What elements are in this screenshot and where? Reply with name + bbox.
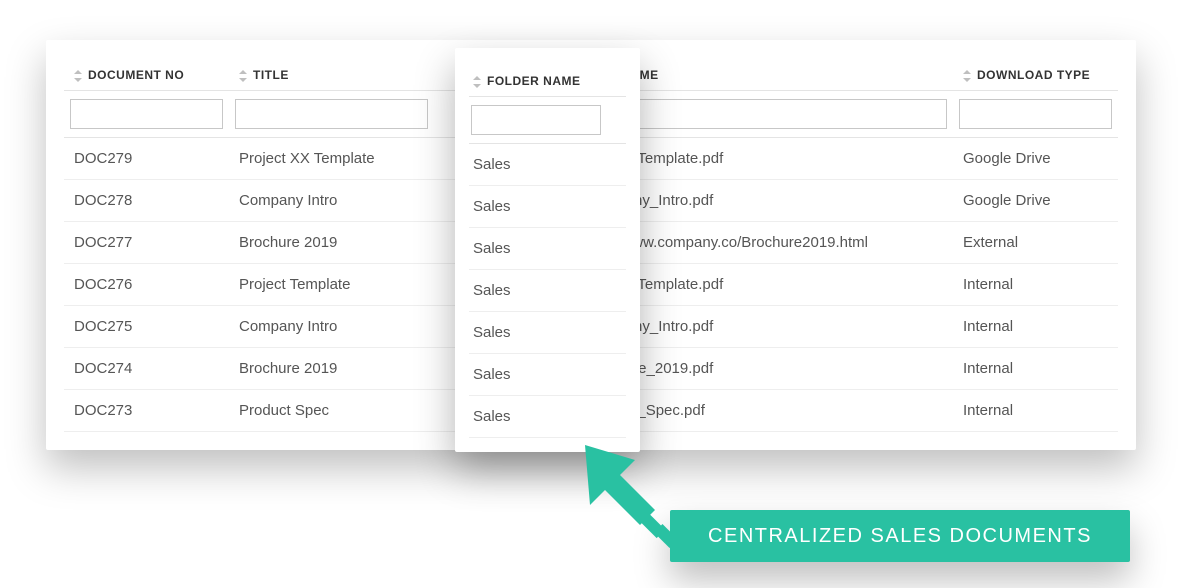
cell-file-name: ect_Template.pdf (599, 264, 953, 306)
cell-document-no: DOC274 (64, 348, 229, 390)
cell-title: Project Template (229, 264, 434, 306)
cell-folder-name: Sales (469, 144, 626, 186)
col-header-label: FOLDER NAME (487, 74, 581, 88)
cell-file-name: chure_2019.pdf (599, 348, 953, 390)
cell-download-type: Google Drive (953, 180, 1118, 222)
filter-input-document-no[interactable] (70, 99, 223, 129)
cell-document-no: DOC279 (64, 138, 229, 180)
table-row[interactable]: Sales (469, 144, 626, 186)
col-header-label: DOWNLOAD TYPE (977, 68, 1090, 82)
cell-folder-name: Sales (469, 312, 626, 354)
cell-download-type: Internal (953, 348, 1118, 390)
cell-document-no: DOC276 (64, 264, 229, 306)
filter-input-folder-name[interactable] (471, 105, 601, 135)
cell-file-name: npany_Intro.pdf (599, 306, 953, 348)
callout-label: CENTRALIZED SALES DOCUMENTS (708, 525, 1092, 548)
cell-title: Company Intro (229, 306, 434, 348)
col-header-label: DOCUMENT NO (88, 68, 184, 82)
col-header-folder-name[interactable]: FOLDER NAME (469, 66, 626, 97)
cell-download-type: Internal (953, 306, 1118, 348)
cell-document-no: DOC277 (64, 222, 229, 264)
cell-file-name: npany_Intro.pdf (599, 180, 953, 222)
cell-title: Project XX Template (229, 138, 434, 180)
cell-folder-name: Sales (469, 396, 626, 438)
sort-icon (239, 70, 247, 82)
cell-download-type: Internal (953, 390, 1118, 432)
cell-file-name: ://www.company.co/Brochure2019.html (599, 222, 953, 264)
cell-title: Brochure 2019 (229, 348, 434, 390)
callout-banner: CENTRALIZED SALES DOCUMENTS (670, 510, 1130, 562)
cell-title: Brochure 2019 (229, 222, 434, 264)
folder-name-table: FOLDER NAME Sales Sales Sales Sales Sale… (469, 66, 626, 438)
col-header-document-no[interactable]: DOCUMENT NO (64, 60, 229, 91)
cell-title: Company Intro (229, 180, 434, 222)
cell-title: Product Spec (229, 390, 434, 432)
cell-folder-name: Sales (469, 270, 626, 312)
table-row[interactable]: Sales (469, 228, 626, 270)
filter-input-download-type[interactable] (959, 99, 1112, 129)
cell-file-name: ect_Template.pdf (599, 138, 953, 180)
folder-name-panel: FOLDER NAME Sales Sales Sales Sales Sale… (455, 48, 640, 452)
table-row[interactable]: Sales (469, 396, 626, 438)
col-header-download-type[interactable]: DOWNLOAD TYPE (953, 60, 1118, 91)
cell-document-no: DOC278 (64, 180, 229, 222)
table-row[interactable]: Sales (469, 312, 626, 354)
filter-input-file-name[interactable] (605, 99, 947, 129)
col-header-label: TITLE (253, 68, 289, 82)
cell-document-no: DOC275 (64, 306, 229, 348)
cell-folder-name: Sales (469, 186, 626, 228)
filter-input-title[interactable] (235, 99, 428, 129)
cell-document-no: DOC273 (64, 390, 229, 432)
col-header-title[interactable]: TITLE (229, 60, 434, 91)
sort-icon (473, 76, 481, 88)
table-row[interactable]: Sales (469, 270, 626, 312)
sort-icon (74, 70, 82, 82)
sort-icon (963, 70, 971, 82)
cell-download-type: Internal (953, 264, 1118, 306)
cell-download-type: Google Drive (953, 138, 1118, 180)
table-row[interactable]: Sales (469, 186, 626, 228)
col-header-file-name[interactable]: E NAME (599, 60, 953, 91)
cell-download-type: External (953, 222, 1118, 264)
table-row[interactable]: Sales (469, 354, 626, 396)
cell-folder-name: Sales (469, 354, 626, 396)
cell-folder-name: Sales (469, 228, 626, 270)
cell-file-name: duct_Spec.pdf (599, 390, 953, 432)
